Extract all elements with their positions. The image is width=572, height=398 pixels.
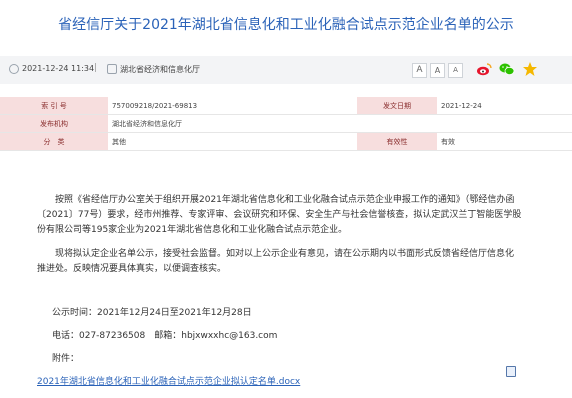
- weibo-icon[interactable]: [476, 61, 492, 77]
- source-icon: [107, 64, 117, 74]
- validity-value: 有效: [437, 132, 572, 151]
- issue-date-value: 2021-12-24: [437, 97, 572, 115]
- issuer-value: 湖北省经济和信息化厅: [108, 114, 357, 133]
- article-body: 按照《省经信厅办公室关于组织开展2021年湖北省信息化和工业化融合试点示范企业申…: [37, 193, 522, 277]
- issue-date-label: 发文日期: [357, 97, 437, 115]
- category-label: 分 类: [0, 132, 108, 151]
- body-paragraph: 按照《省经信厅办公室关于组织开展2021年湖北省信息化和工业化融合试点示范企业申…: [37, 195, 522, 235]
- table-row: 索 引 号 757009218/2021-69813 发文日期 2021-12-…: [0, 97, 572, 115]
- meta-bar: 2021-12-24 11:34 | 湖北省经济和信息化厅 A A A: [0, 56, 572, 84]
- empty-cell: [357, 114, 437, 133]
- attachment-link[interactable]: 2021年湖北省信息化和工业化融合试点示范企业拟认定名单.docx: [37, 374, 300, 387]
- contact-info: 电话：027-87236508 邮箱：hbjxwxxhc@163.com: [52, 331, 278, 341]
- meta-separator: |: [94, 63, 98, 73]
- document-icon: [506, 366, 516, 377]
- clock-icon: [9, 64, 19, 74]
- wechat-icon[interactable]: [499, 61, 515, 77]
- index-number-value: 757009218/2021-69813: [108, 97, 357, 115]
- attachment-label: 附件：: [52, 354, 80, 364]
- issuer-label: 发布机构: [0, 114, 108, 133]
- body-paragraph: 现将拟认定企业名单公示，接受社会监督。如对以上公示企业有意见，请在公示期内以书面…: [37, 249, 515, 274]
- empty-cell: [437, 114, 572, 133]
- index-number-label: 索 引 号: [0, 97, 108, 115]
- publicity-period: 公示时间：2021年12月24日至2021年12月28日: [52, 308, 252, 318]
- font-size-large-button[interactable]: A: [412, 63, 427, 78]
- info-table: 索 引 号 757009218/2021-69813 发文日期 2021-12-…: [0, 97, 572, 151]
- page-title: 省经信厅关于2021年湖北省信息化和工业化融合试点示范企业名单的公示: [58, 17, 514, 33]
- validity-label: 有效性: [357, 132, 437, 151]
- publish-date: 2021-12-24 11:34: [22, 64, 95, 73]
- font-size-small-button[interactable]: A: [448, 63, 463, 78]
- table-row: 分 类 其他 有效性 有效: [0, 132, 572, 151]
- font-size-medium-button[interactable]: A: [430, 63, 445, 78]
- star-icon[interactable]: [522, 61, 538, 77]
- publish-source: 湖北省经济和信息化厅: [120, 65, 200, 74]
- table-row: 发布机构 湖北省经济和信息化厅: [0, 114, 572, 133]
- category-value: 其他: [108, 132, 357, 151]
